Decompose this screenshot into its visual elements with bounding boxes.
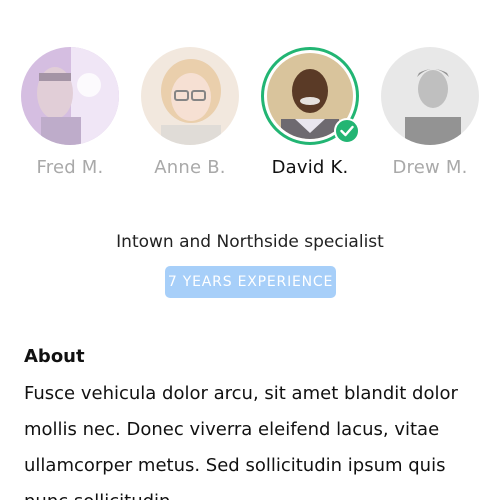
avatar-photo-anne bbox=[141, 47, 239, 145]
agent-card-fred[interactable]: Fred M. bbox=[10, 47, 130, 178]
agent-card-drew[interactable]: Drew M. bbox=[370, 47, 490, 178]
avatar[interactable] bbox=[261, 47, 360, 145]
avatar[interactable] bbox=[141, 47, 239, 145]
experience-badge: 7 YEARS EXPERIENCE bbox=[165, 266, 336, 298]
avatar[interactable] bbox=[21, 47, 119, 145]
avatar-photo-fred bbox=[21, 47, 119, 145]
agent-card-david[interactable]: David K. bbox=[250, 47, 370, 178]
agent-card-anne[interactable]: Anne B. bbox=[130, 47, 250, 178]
selected-check-icon bbox=[334, 118, 360, 144]
agent-specialty: Intown and Northside specialist bbox=[116, 232, 384, 252]
agent-carousel[interactable]: Fred M. Anne B. David K. Drew M. bbox=[0, 47, 500, 187]
agent-name: Anne B. bbox=[154, 157, 226, 178]
agent-name: Drew M. bbox=[392, 157, 468, 178]
agent-profile-screen: Fred M. Anne B. David K. Drew M. Intown … bbox=[0, 0, 500, 500]
avatar[interactable] bbox=[381, 47, 479, 145]
about-heading: About bbox=[24, 346, 85, 367]
about-text: Fusce vehicula dolor arcu, sit amet blan… bbox=[24, 383, 458, 500]
avatar-photo-drew bbox=[381, 47, 479, 145]
agent-name: Fred M. bbox=[36, 157, 104, 178]
agent-name: David K. bbox=[271, 157, 349, 178]
